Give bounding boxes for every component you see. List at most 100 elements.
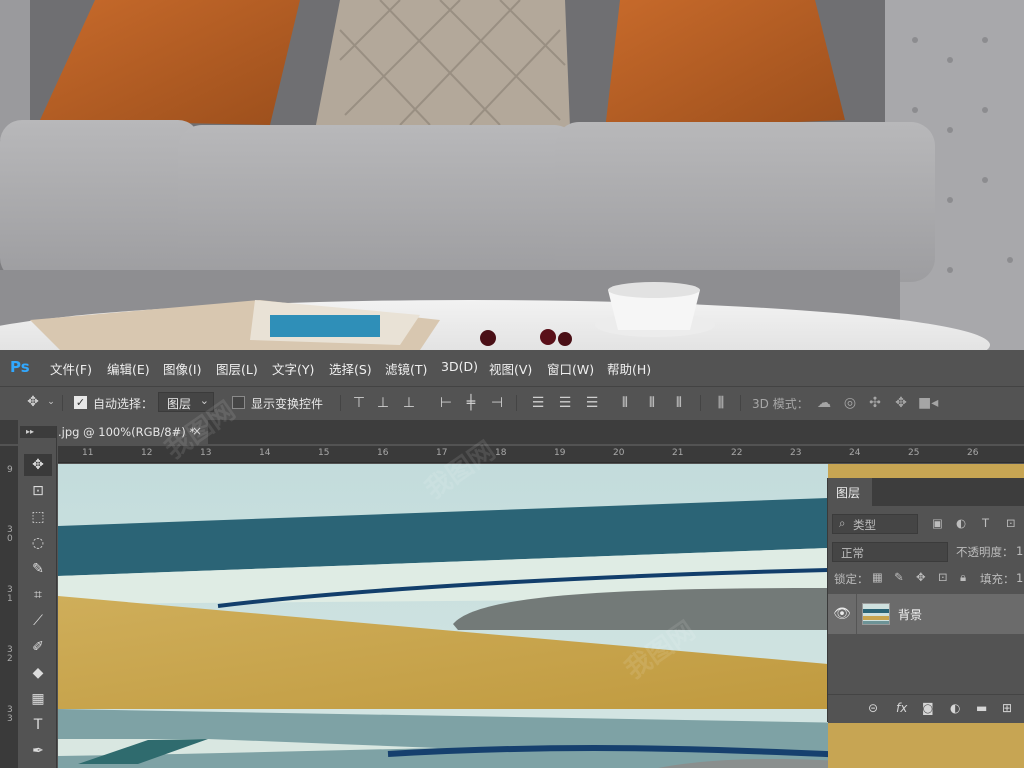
artboard-tool-icon[interactable]: ⊡ <box>24 480 52 502</box>
fill-value[interactable]: 10 <box>1016 571 1024 585</box>
menu-item[interactable]: 图层(L) <box>216 359 258 378</box>
marquee-tool-icon[interactable]: ⬚ <box>24 506 52 528</box>
distribute-hcenter-icon[interactable]: ⫴ <box>643 395 661 411</box>
horizontal-ruler: 11 12 13 14 15 16 17 18 19 20 21 22 23 24 25 26 <box>58 446 1024 463</box>
lock-all-icon[interactable]: 🔒︎ <box>960 570 966 585</box>
align-top-icon[interactable]: ⊤ <box>350 395 368 411</box>
filter-shape-icon[interactable]: ⊡ <box>1006 516 1016 530</box>
ruler-label: 3 0 <box>7 525 13 544</box>
ruler-label: 20 <box>613 448 625 458</box>
menu-item[interactable]: 选择(S) <box>329 359 372 378</box>
align-bottom-icon[interactable]: ⊥ <box>400 395 418 411</box>
ruler-label: 12 <box>141 448 153 458</box>
vertical-ruler: 9 3 0 3 1 3 2 3 3 <box>0 446 18 768</box>
fx-icon[interactable]: fx <box>896 701 907 715</box>
opacity-label: 不透明度： <box>956 545 1014 559</box>
3d-scale-icon[interactable]: ■◂ <box>918 395 938 411</box>
ruler-label: 19 <box>554 448 566 458</box>
menu-item[interactable]: 滤镜(T) <box>385 359 427 378</box>
ruler-label: 14 <box>259 448 271 458</box>
divider <box>740 395 741 411</box>
3d-slide-icon[interactable]: ✥ <box>892 395 910 411</box>
blend-mode-select[interactable]: 正常 <box>832 542 948 562</box>
distribute-left-icon[interactable]: ⫴ <box>616 395 634 411</box>
fill-label: 填充： <box>980 572 1015 586</box>
tools-panel-header[interactable]: ▸▸ <box>20 426 56 438</box>
ruler-label: 3 3 <box>7 705 13 724</box>
menu-bar: Ps 文件(F) 编辑(E) 图像(I) 图层(L) 文字(Y) 选择(S) 滤镜(T) 3D… <box>0 350 1024 384</box>
new-layer-icon[interactable]: ⊞ <box>1002 701 1012 715</box>
close-icon[interactable]: × <box>192 424 202 438</box>
layer-filter-value: 类型 <box>853 518 876 532</box>
gradient-tool-icon[interactable]: ▦ <box>24 688 52 710</box>
distribute-top-icon[interactable]: ☰ <box>529 395 547 411</box>
eye-icon[interactable]: 👁︎ <box>828 594 857 634</box>
layer-row[interactable]: 👁︎ 背景 <box>828 594 1024 634</box>
lock-label: 锁定： <box>834 572 869 586</box>
show-transform-checkbox[interactable] <box>232 396 245 409</box>
distribute-bottom-icon[interactable]: ☰ <box>583 395 601 411</box>
layer-select-value: 图层 <box>167 397 192 411</box>
chevron-down-icon: ⌄ <box>199 394 209 407</box>
add-mask-icon[interactable]: ◙ <box>922 701 934 715</box>
layer-filter-select[interactable]: ⌕ 类型 <box>832 514 918 534</box>
menu-item[interactable]: 帮助(H) <box>607 359 651 378</box>
new-group-icon[interactable]: ▬ <box>976 701 987 715</box>
lock-position-icon[interactable]: ✥ <box>916 570 926 584</box>
menu-item[interactable]: 文字(Y) <box>272 359 314 378</box>
type-tool-icon[interactable]: T <box>24 714 52 736</box>
auto-align-icon[interactable]: ⫼ <box>712 395 730 411</box>
lock-pixels-icon[interactable]: ▦ <box>872 570 883 584</box>
menu-item[interactable]: 3D(D) <box>441 359 478 374</box>
filter-adjustment-icon[interactable]: ◐ <box>956 516 966 530</box>
ruler-label: 3 1 <box>7 585 13 604</box>
auto-select-label: 自动选择： <box>93 397 154 411</box>
3d-mode-label: 3D 模式： <box>752 397 809 411</box>
eraser-tool-icon[interactable]: ◆ <box>24 662 52 684</box>
distribute-right-icon[interactable]: ⫴ <box>670 395 688 411</box>
crop-tool-icon[interactable]: ⌗ <box>24 584 52 606</box>
filter-type-icon[interactable]: T <box>982 516 989 530</box>
ruler-label: 9 <box>7 465 13 475</box>
lock-paint-icon[interactable]: ✎ <box>894 570 904 584</box>
auto-select-target-select[interactable]: 图层 ⌄ <box>158 392 214 412</box>
pen-tool-icon[interactable]: ✒ <box>24 740 52 762</box>
divider <box>62 395 63 411</box>
align-right-icon[interactable]: ⊣ <box>488 395 506 411</box>
align-left-icon[interactable]: ⊢ <box>437 395 455 411</box>
ruler-label: 16 <box>377 448 389 458</box>
options-bar: ✥ ⌄ ✓ 自动选择： 图层 ⌄ 显示变换控件 ⊤ ⊥ ⊥ ⊢ ╪ ⊣ ☰ ☰ … <box>0 386 1024 419</box>
auto-select-checkbox[interactable]: ✓ <box>74 396 87 409</box>
divider <box>340 395 341 411</box>
3d-orbit-icon[interactable]: ☁ <box>815 395 833 411</box>
ruler-label: 21 <box>672 448 684 458</box>
opacity-value[interactable]: 10 <box>1016 544 1024 558</box>
link-layers-icon[interactable]: ⊝ <box>868 701 878 715</box>
chevron-down-icon[interactable]: ⌄ <box>46 394 56 410</box>
move-tool-icon[interactable]: ✥ <box>24 454 52 476</box>
filter-image-icon[interactable]: ▣ <box>932 516 943 530</box>
menu-item[interactable]: 窗口(W) <box>547 359 594 378</box>
distribute-vcenter-icon[interactable]: ☰ <box>556 395 574 411</box>
quick-select-tool-icon[interactable]: ✎ <box>24 558 52 580</box>
menu-item[interactable]: 编辑(E) <box>107 359 150 378</box>
move-tool-icon[interactable]: ✥ <box>24 394 42 410</box>
lock-artboard-icon[interactable]: ⊡ <box>938 570 948 584</box>
menu-item[interactable]: 视图(V) <box>489 359 532 378</box>
3d-pan-icon[interactable]: ✣ <box>866 395 884 411</box>
eyedropper-tool-icon[interactable]: ⟋ <box>24 610 52 632</box>
ruler-label: 23 <box>790 448 802 458</box>
lasso-tool-icon[interactable]: ◌ <box>24 532 52 554</box>
ruler-label: 26 <box>967 448 979 458</box>
menu-item[interactable]: 图像(I) <box>163 359 201 378</box>
adjustment-layer-icon[interactable]: ◐ <box>950 701 960 715</box>
layers-tab-label: 图层 <box>836 486 861 500</box>
align-vcenter-icon[interactable]: ⊥ <box>374 395 392 411</box>
brush-tool-icon[interactable]: ✐ <box>24 636 52 658</box>
sofa-photo <box>0 0 1024 350</box>
3d-roll-icon[interactable]: ◎ <box>841 395 859 411</box>
menu-item[interactable]: 文件(F) <box>50 359 92 378</box>
layers-tab[interactable]: 图层 <box>828 478 872 506</box>
align-hcenter-icon[interactable]: ╪ <box>462 395 480 411</box>
search-icon: ⌕ <box>839 516 846 530</box>
